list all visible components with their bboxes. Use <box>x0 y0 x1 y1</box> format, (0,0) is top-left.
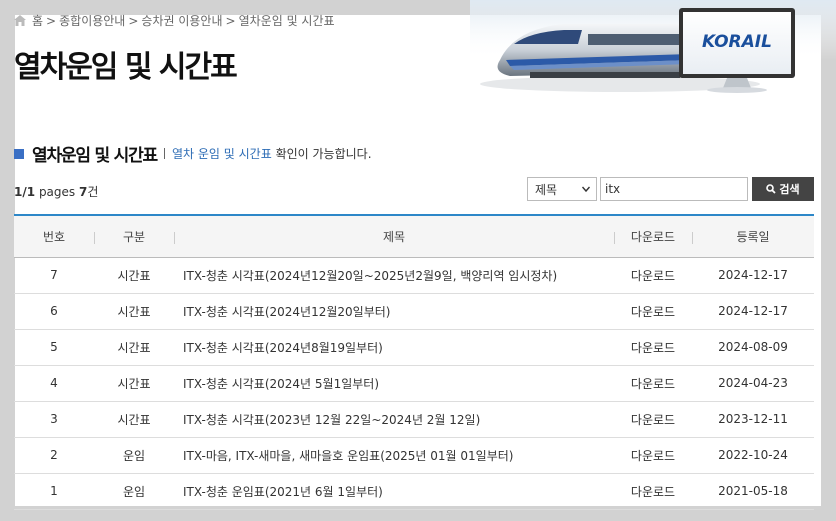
row-download-link[interactable]: 다운로드 <box>614 401 692 438</box>
table-row: 6 시간표 ITX-청춘 시각표(2024년12월20일부터) 다운로드 202… <box>14 293 814 330</box>
row-number: 4 <box>14 365 94 402</box>
row-number: 6 <box>14 293 94 330</box>
header-download: 다운로드 <box>614 215 692 258</box>
section-desc-suffix: 확인이 가능합니다. <box>275 147 372 161</box>
row-download-link[interactable]: 다운로드 <box>614 257 692 294</box>
section-desc-link[interactable]: 열차 운임 및 시간표 <box>172 147 272 161</box>
breadcrumb-home[interactable]: 홈 <box>32 12 43 29</box>
section-marker-icon <box>14 148 24 159</box>
row-title-link[interactable]: ITX-청춘 시각표(2024년12월20일부터) <box>174 293 614 330</box>
page-count: 1/1 pages 7건 <box>14 185 99 199</box>
row-category: 시간표 <box>94 329 174 366</box>
section-title: 열차운임 및 시간표 <box>32 146 158 166</box>
board-table: 번호 구분 제목 다운로드 등록일 7 시간표 ITX-청춘 시각표(2024년… <box>14 214 814 510</box>
breadcrumb: 홈 > 종합이용안내 > 승차권 이용안내 > 열차운임 및 시간표 <box>14 12 335 29</box>
row-title-link[interactable]: ITX-청춘 운임표(2021년 6월 1일부터) <box>174 473 614 510</box>
header-title: 제목 <box>174 215 614 258</box>
breadcrumb-separator: > <box>46 13 57 28</box>
search-button[interactable]: 검색 <box>752 177 814 201</box>
search-button-label: 검색 <box>779 184 800 196</box>
row-number: 7 <box>14 257 94 294</box>
row-date: 2021-05-18 <box>692 473 814 510</box>
breadcrumb-ticket[interactable]: 승차권 이용안내 <box>141 12 222 29</box>
pages-label: pages <box>38 185 76 199</box>
row-download-link[interactable]: 다운로드 <box>614 473 692 510</box>
row-download-link[interactable]: 다운로드 <box>614 329 692 366</box>
row-title-link[interactable]: ITX-청춘 시각표(2024년12월20일~2025년2월9일, 백양리역 임… <box>174 257 614 294</box>
table-row: 4 시간표 ITX-청춘 시각표(2024년 5월1일부터) 다운로드 2024… <box>14 365 814 402</box>
row-number: 1 <box>14 473 94 510</box>
row-title-link[interactable]: ITX-마음, ITX-새마을, 새마을호 운임표(2025년 01월 01일부… <box>174 437 614 474</box>
table-row: 7 시간표 ITX-청춘 시각표(2024년12월20일~2025년2월9일, … <box>14 257 814 294</box>
header-date: 등록일 <box>692 215 814 258</box>
row-number: 3 <box>14 401 94 438</box>
row-title-link[interactable]: ITX-청춘 시각표(2024년8월19일부터) <box>174 329 614 366</box>
row-title-link[interactable]: ITX-청춘 시각표(2023년 12월 22일~2024년 2월 12일) <box>174 401 614 438</box>
search-field-select[interactable]: 제목 <box>527 177 597 201</box>
train-banner: KORAIL <box>470 0 836 93</box>
row-category: 운임 <box>94 437 174 474</box>
row-number: 2 <box>14 437 94 474</box>
breadcrumb-separator: > <box>128 13 139 28</box>
page-total: 1 <box>26 185 36 199</box>
breadcrumb-current: 열차운임 및 시간표 <box>238 14 335 28</box>
search-select-value: 제목 <box>535 182 558 197</box>
row-download-link[interactable]: 다운로드 <box>614 437 692 474</box>
row-date: 2024-08-09 <box>692 329 814 366</box>
row-category: 시간표 <box>94 293 174 330</box>
row-date: 2024-12-17 <box>692 257 814 294</box>
row-number: 5 <box>14 329 94 366</box>
section-description: 열차 운임 및 시간표 확인이 가능합니다. <box>172 145 372 162</box>
row-download-link[interactable]: 다운로드 <box>614 293 692 330</box>
search-input[interactable] <box>600 177 748 201</box>
home-icon[interactable] <box>14 15 26 26</box>
row-date: 2024-12-17 <box>692 293 814 330</box>
korail-logo: KORAIL <box>702 32 772 52</box>
row-download-link[interactable]: 다운로드 <box>614 365 692 402</box>
table-row: 5 시간표 ITX-청춘 시각표(2024년8월19일부터) 다운로드 2024… <box>14 329 814 366</box>
page-title: 열차운임 및 시간표 <box>14 50 238 85</box>
row-category: 시간표 <box>94 257 174 294</box>
table-row: 2 운임 ITX-마음, ITX-새마을, 새마을호 운임표(2025년 01월… <box>14 437 814 474</box>
breadcrumb-separator: > <box>225 13 236 28</box>
item-count-unit: 건 <box>87 185 99 199</box>
row-category: 시간표 <box>94 401 174 438</box>
row-date: 2022-10-24 <box>692 437 814 474</box>
row-category: 시간표 <box>94 365 174 402</box>
header-number: 번호 <box>14 215 94 258</box>
table-row: 3 시간표 ITX-청춘 시각표(2023년 12월 22일~2024년 2월 … <box>14 401 814 438</box>
row-date: 2024-04-23 <box>692 365 814 402</box>
breadcrumb-guide[interactable]: 종합이용안내 <box>59 12 125 29</box>
table-row: 1 운임 ITX-청춘 운임표(2021년 6월 1일부터) 다운로드 2021… <box>14 473 814 510</box>
row-category: 운임 <box>94 473 174 510</box>
section-divider <box>163 148 165 159</box>
table-header-row: 번호 구분 제목 다운로드 등록일 <box>14 215 814 258</box>
search-icon <box>766 184 777 194</box>
header-category: 구분 <box>94 215 174 258</box>
section-header: 열차운임 및 시간표 열차 운임 및 시간표 확인이 가능합니다. <box>14 141 372 166</box>
row-title-link[interactable]: ITX-청춘 시각표(2024년 5월1일부터) <box>174 365 614 402</box>
chevron-down-icon <box>582 186 590 193</box>
row-date: 2023-12-11 <box>692 401 814 438</box>
